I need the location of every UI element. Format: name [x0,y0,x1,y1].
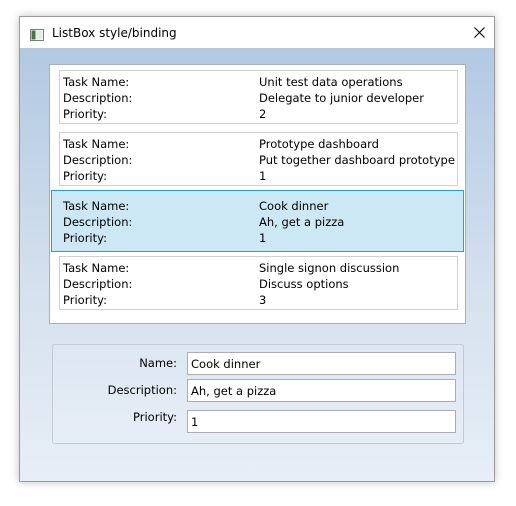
priority-field-label: Priority: [133,410,177,424]
task-card: Task Name: Cook dinner Description: Ah, … [59,194,458,248]
description-field-label: Description: [107,383,177,397]
window-title: ListBox style/binding [52,26,177,40]
task-listbox[interactable]: Task Name: Unit test data operations Des… [49,64,466,324]
priority-row: Priority: 1 [63,230,456,246]
description-value: Discuss options [259,277,349,291]
task-name-value: Unit test data operations [259,75,403,89]
task-name-label: Task Name: [63,261,130,275]
task-list-item[interactable]: Task Name: Prototype dashboard Descripti… [51,128,464,190]
priority-label: Priority: [63,107,107,121]
task-name-label: Task Name: [63,75,130,89]
task-list-item[interactable]: Task Name: Unit test data operations Des… [51,66,464,128]
description-row: Description: Put together dashboard prot… [63,152,456,168]
task-name-row: Task Name: Prototype dashboard [63,136,456,152]
title-bar[interactable]: ListBox style/binding [20,17,494,48]
priority-value: 1 [259,231,267,245]
task-name-value: Single signon discussion [259,261,400,275]
priority-input[interactable] [187,410,456,433]
priority-row: Priority: 2 [63,106,456,122]
description-row: Description: Delegate to junior develope… [63,90,456,106]
task-name-row: Task Name: Cook dinner [63,198,456,214]
task-name-row: Task Name: Single signon discussion [63,260,456,276]
description-label: Description: [63,215,133,229]
details-panel: Name: Description: Priority: [52,344,464,444]
description-label: Description: [63,153,133,167]
window-app-icon [30,26,44,41]
task-name-label: Task Name: [63,199,130,213]
task-card: Task Name: Prototype dashboard Descripti… [59,132,458,186]
description-input[interactable] [187,379,456,402]
priority-value: 2 [259,107,267,121]
priority-label: Priority: [63,293,107,307]
task-card: Task Name: Unit test data operations Des… [59,70,458,124]
description-value: Ah, get a pizza [259,215,345,229]
task-name-value: Prototype dashboard [259,137,379,151]
task-name-value: Cook dinner [259,199,329,213]
name-input[interactable] [187,352,456,375]
priority-value: 1 [259,169,267,183]
client-area: Task Name: Unit test data operations Des… [20,48,494,481]
close-icon [473,23,485,42]
priority-value: 3 [259,293,267,307]
name-field-label: Name: [139,356,177,370]
task-list-item[interactable]: Task Name: Single signon discussion Desc… [51,252,464,314]
task-list-item-selected[interactable]: Task Name: Cook dinner Description: Ah, … [51,190,464,252]
task-name-row: Task Name: Unit test data operations [63,74,456,90]
description-value: Put together dashboard prototype [259,153,455,167]
priority-row: Priority: 1 [63,168,456,184]
description-row: Description: Ah, get a pizza [63,214,456,230]
priority-row: Priority: 3 [63,292,456,308]
main-window: ListBox style/binding Task Name: Unit te… [19,16,495,482]
description-value: Delegate to junior developer [259,91,424,105]
task-card: Task Name: Single signon discussion Desc… [59,256,458,310]
task-name-label: Task Name: [63,137,130,151]
close-button[interactable] [464,17,494,47]
priority-label: Priority: [63,169,107,183]
priority-label: Priority: [63,231,107,245]
description-label: Description: [63,277,133,291]
description-label: Description: [63,91,133,105]
description-row: Description: Discuss options [63,276,456,292]
